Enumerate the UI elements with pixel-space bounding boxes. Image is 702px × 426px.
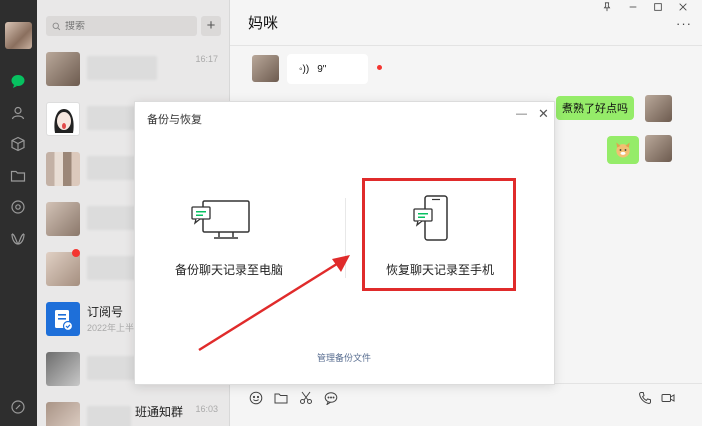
item-name: 订阅号 [87,305,124,319]
manage-backup-files-link[interactable]: 管理备份文件 [317,351,371,364]
avatar [46,252,80,286]
avatar [46,202,80,236]
close-icon[interactable] [678,2,688,15]
options-divider [345,198,346,278]
avatar [46,102,80,136]
voice-unread-dot [377,65,382,70]
file-icon[interactable] [273,390,289,406]
message-text: 煮熟了好点吗 [562,103,628,115]
screenshot-icon[interactable] [298,390,314,406]
item-preview: 2022年上半 [87,323,135,333]
search-icon [52,22,61,30]
item-time: 16:03 [195,404,218,414]
blurred-text [87,406,131,426]
search-input[interactable] [65,20,185,32]
maximize-icon[interactable] [653,2,663,15]
list-item[interactable]: 16:17 [37,44,229,94]
voice-message[interactable]: ◦)) 9" [287,54,368,84]
backup-to-pc-icon[interactable] [189,198,253,242]
avatar [46,402,80,426]
search-box[interactable] [46,16,197,36]
item-name: 班通知群 [135,405,184,419]
backup-restore-dialog: 备份与恢复 — ✕ 备份聊天记录至电脑 恢复聊天记录至手机 管理备份文件 [134,101,555,385]
avatar [46,152,80,186]
header-divider [230,45,702,46]
item-time: 16:17 [195,54,218,64]
page-title: 妈咪 [248,15,279,32]
minimize-icon[interactable] [628,2,638,15]
contacts-icon[interactable] [9,104,27,122]
unread-badge [72,249,80,257]
dialog-close-button[interactable]: ✕ [538,106,549,122]
video-call-icon[interactable] [660,390,676,406]
chat-history-icon[interactable] [323,390,339,406]
contact-avatar [252,55,279,82]
chat-icon[interactable] [9,72,27,90]
more-icon[interactable]: ··· [676,16,692,31]
restore-highlight-box [362,178,516,291]
dialog-minimize-button[interactable]: — [516,108,527,120]
phone-settings-icon[interactable] [9,398,27,416]
sticker-message[interactable] [607,136,639,164]
emoji-icon[interactable] [248,390,264,406]
user-avatar[interactable] [5,22,32,49]
pin-icon[interactable] [602,2,612,15]
dialog-title: 备份与恢复 [147,114,202,126]
nav-bar [0,0,37,426]
add-chat-button[interactable]: + [201,16,221,36]
voice-wave-icon: ◦)) [299,63,310,75]
avatar [46,52,80,86]
voice-call-icon[interactable] [637,390,653,406]
voice-duration: 9" [317,63,327,75]
folder-icon[interactable] [9,167,27,185]
blurred-text [87,56,157,80]
avatar [46,352,80,386]
self-avatar [645,95,672,122]
subscription-icon [46,302,80,336]
backup-to-pc-button[interactable]: 备份聊天记录至电脑 [175,261,283,278]
favorites-icon[interactable] [9,135,27,153]
moments-icon[interactable] [9,198,27,216]
self-avatar [645,135,672,162]
mini-program-icon[interactable] [9,230,27,248]
dog-sticker-icon [616,142,630,158]
sent-message[interactable]: 煮熟了好点吗 [556,96,634,120]
list-item[interactable]: 班通知群 16:03 [37,394,229,426]
